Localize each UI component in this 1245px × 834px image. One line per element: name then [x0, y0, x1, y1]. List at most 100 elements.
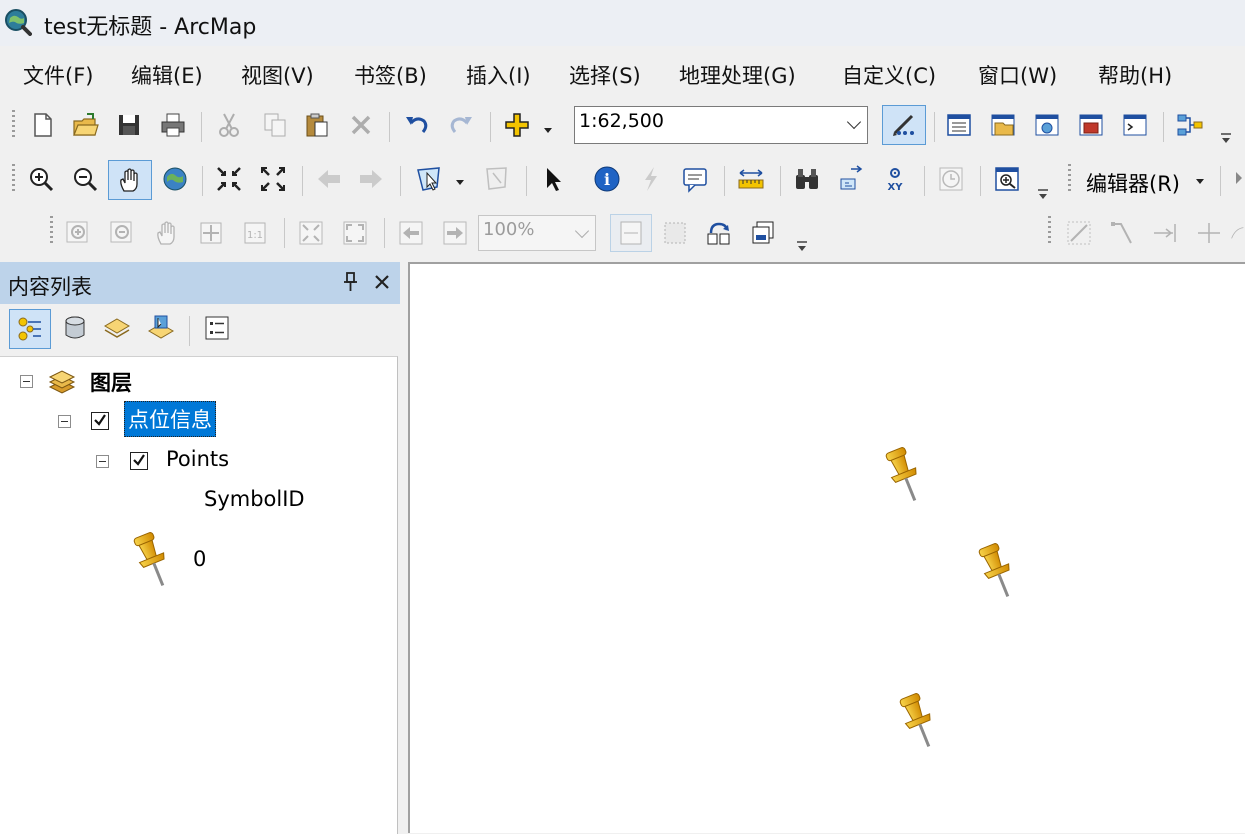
- layout-zoom-out-icon[interactable]: [108, 218, 138, 248]
- copy-icon[interactable]: [260, 110, 290, 140]
- fixed-zoom-in-icon[interactable]: [214, 164, 244, 194]
- menu-windows[interactable]: 窗口(W): [978, 60, 1057, 90]
- editor-toolbar-icon[interactable]: [882, 105, 926, 145]
- back-arrow-icon[interactable]: [314, 164, 344, 194]
- collapse-layer-toggle[interactable]: [96, 455, 109, 468]
- select-features-icon[interactable]: [414, 164, 444, 194]
- magnifier-window-icon[interactable]: [992, 164, 1022, 194]
- menu-help[interactable]: 帮助(H): [1098, 60, 1172, 90]
- find-binoculars-icon[interactable]: [792, 164, 822, 194]
- editor-menu-button[interactable]: 编辑器(R): [1086, 168, 1180, 198]
- data-driven-pages-icon[interactable]: [748, 218, 778, 248]
- toolbar-grip[interactable]: [1068, 164, 1072, 194]
- redo-icon[interactable]: [446, 110, 476, 140]
- arc-segment-icon[interactable]: [1230, 218, 1245, 248]
- layout-back-icon[interactable]: [396, 218, 426, 248]
- undo-icon[interactable]: [402, 110, 432, 140]
- toggle-draft-mode-icon[interactable]: [610, 214, 652, 252]
- find-route-icon[interactable]: [836, 164, 866, 194]
- menu-file[interactable]: 文件(F): [23, 60, 93, 90]
- scale-combobox[interactable]: 1:62,500: [574, 106, 868, 144]
- time-slider-icon[interactable]: [936, 164, 966, 194]
- fixed-zoom-out-icon[interactable]: [258, 164, 288, 194]
- table-of-contents-icon[interactable]: [944, 110, 974, 140]
- menu-bookmarks[interactable]: 书签(B): [354, 60, 427, 90]
- data-frame-label[interactable]: 图层: [90, 367, 132, 397]
- zoom-100-percent-icon[interactable]: 1:1: [240, 218, 270, 248]
- layout-pan-icon[interactable]: [152, 218, 182, 248]
- menu-selection[interactable]: 选择(S): [569, 60, 641, 90]
- menu-view[interactable]: 视图(V): [241, 60, 314, 90]
- model-builder-icon[interactable]: [1175, 110, 1205, 140]
- chevron-down-icon[interactable]: [846, 114, 862, 130]
- group-layer-checkbox[interactable]: [91, 412, 109, 430]
- cut-icon[interactable]: [214, 110, 244, 140]
- go-to-xy-icon[interactable]: XY: [880, 164, 910, 194]
- midpoint-icon[interactable]: [1150, 218, 1180, 248]
- list-by-selection-icon[interactable]: [146, 313, 176, 343]
- map-view[interactable]: [408, 262, 1245, 833]
- layout-zoom-combobox[interactable]: 100%: [478, 215, 596, 251]
- forward-arrow-icon[interactable]: [356, 164, 386, 194]
- pushpin-marker-icon[interactable]: [975, 540, 1023, 604]
- arctoolbox-icon[interactable]: [1076, 110, 1106, 140]
- focus-data-frame-icon[interactable]: [660, 218, 690, 248]
- straight-segment-icon[interactable]: [1064, 218, 1094, 248]
- add-data-dropdown-icon[interactable]: [544, 128, 552, 133]
- delete-icon[interactable]: [346, 110, 376, 140]
- trace-icon[interactable]: [1108, 218, 1138, 248]
- layout-fixed-zoom-out-icon[interactable]: [340, 218, 370, 248]
- list-by-visibility-icon[interactable]: [102, 313, 132, 343]
- layout-forward-icon[interactable]: [440, 218, 470, 248]
- change-layout-icon[interactable]: [704, 218, 734, 248]
- menu-edit[interactable]: 编辑(E): [131, 60, 203, 90]
- menu-geoprocessing[interactable]: 地理处理(G): [679, 60, 796, 90]
- toolbar-options-chevron-icon[interactable]: [1037, 172, 1049, 202]
- toolbar-options-chevron-icon[interactable]: [1220, 116, 1232, 146]
- pushpin-marker-icon[interactable]: [882, 444, 930, 508]
- menu-customize[interactable]: 自定义(C): [842, 60, 936, 90]
- toc-options-icon[interactable]: [202, 313, 232, 343]
- zoom-in-icon[interactable]: [26, 164, 56, 194]
- toolbar-grip[interactable]: [1048, 216, 1052, 246]
- pin-icon[interactable]: [342, 271, 360, 293]
- list-by-source-icon[interactable]: [60, 313, 90, 343]
- points-layer-label[interactable]: Points: [166, 447, 229, 471]
- python-window-icon[interactable]: [1120, 110, 1150, 140]
- toolbar-grip[interactable]: [12, 110, 16, 138]
- pan-hand-icon[interactable]: [108, 160, 152, 200]
- paste-icon[interactable]: [302, 110, 332, 140]
- save-icon[interactable]: [114, 110, 144, 140]
- print-icon[interactable]: [158, 110, 188, 140]
- collapse-layers-toggle[interactable]: [20, 375, 33, 388]
- clear-selection-icon[interactable]: [482, 164, 512, 194]
- points-layer-checkbox[interactable]: [130, 452, 148, 470]
- select-elements-icon[interactable]: [538, 164, 568, 194]
- chevron-right-icon[interactable]: [1236, 172, 1242, 184]
- list-by-drawing-order-icon[interactable]: [9, 309, 51, 349]
- distance-distance-icon[interactable]: [1194, 218, 1224, 248]
- hyperlink-icon[interactable]: [636, 164, 666, 194]
- new-document-icon[interactable]: [28, 110, 58, 140]
- collapse-group-toggle[interactable]: [58, 415, 71, 428]
- layout-fixed-zoom-in-icon[interactable]: [296, 218, 326, 248]
- toolbar-grip[interactable]: [50, 216, 54, 246]
- group-layer-label[interactable]: 点位信息: [124, 401, 216, 437]
- search-icon[interactable]: [1032, 110, 1062, 140]
- measure-icon[interactable]: [736, 164, 766, 194]
- pushpin-legend-icon[interactable]: [130, 529, 178, 593]
- add-data-icon[interactable]: [502, 110, 532, 140]
- toolbar-grip[interactable]: [12, 164, 16, 194]
- editor-dropdown-icon[interactable]: [1196, 179, 1204, 184]
- html-popup-icon[interactable]: [680, 164, 710, 194]
- pushpin-marker-icon[interactable]: [896, 690, 944, 754]
- identify-icon[interactable]: i: [592, 164, 622, 194]
- select-dropdown-icon[interactable]: [456, 180, 464, 185]
- zoom-out-icon[interactable]: [70, 164, 100, 194]
- toolbar-options-chevron-icon[interactable]: [796, 224, 808, 254]
- layout-zoom-in-icon[interactable]: [64, 218, 94, 248]
- open-folder-icon[interactable]: [70, 110, 100, 140]
- chevron-down-icon[interactable]: [574, 223, 590, 239]
- zoom-whole-page-icon[interactable]: [196, 218, 226, 248]
- catalog-icon[interactable]: [988, 110, 1018, 140]
